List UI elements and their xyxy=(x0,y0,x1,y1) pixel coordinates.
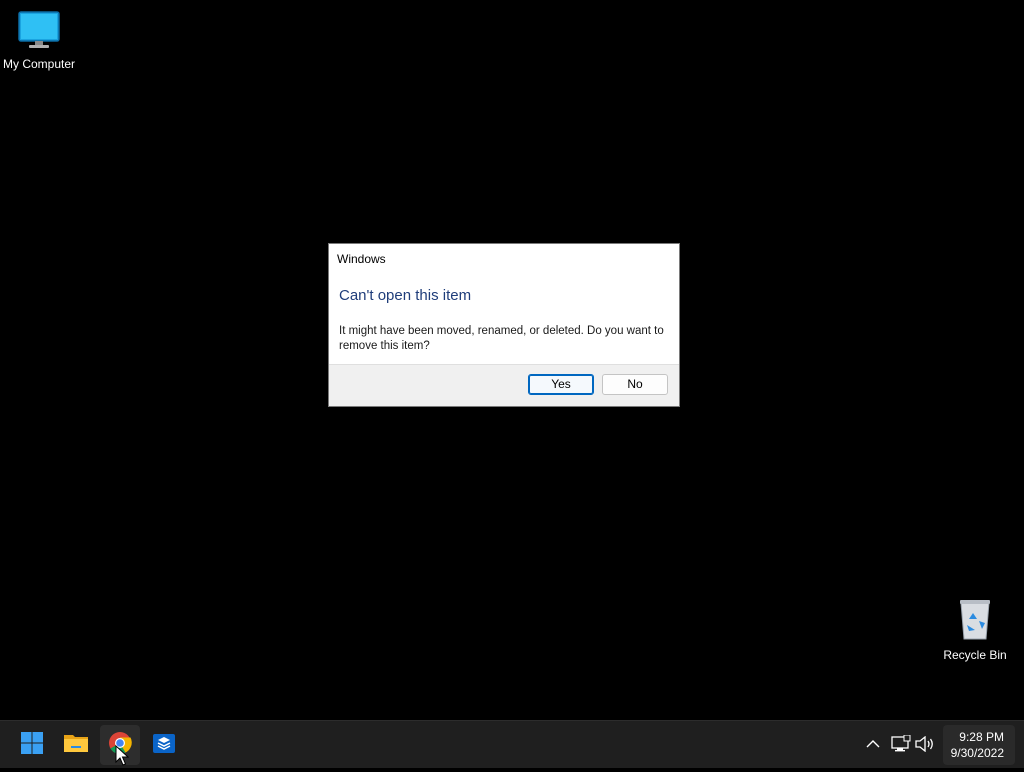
start-button[interactable] xyxy=(12,725,52,765)
chevron-up-icon[interactable] xyxy=(862,733,884,755)
desktop: My Computer Recycle Bin Windows Can't op… xyxy=(0,0,1024,720)
desktop-icon-label: My Computer xyxy=(2,57,76,71)
network-icon[interactable] xyxy=(890,733,912,755)
clock-time: 9:28 PM xyxy=(959,730,1004,744)
windows-start-icon xyxy=(20,731,44,760)
dialog-heading: Can't open this item xyxy=(339,287,472,304)
recycle-bin-icon xyxy=(935,597,1015,644)
clock-date: 9/30/2022 xyxy=(950,746,1004,760)
yes-button[interactable]: Yes xyxy=(528,374,594,395)
no-button[interactable]: No xyxy=(602,374,668,395)
desktop-icon-label: Recycle Bin xyxy=(943,648,1007,662)
desktop-icon-recycle-bin[interactable]: Recycle Bin xyxy=(935,597,1015,662)
store-icon xyxy=(152,731,176,760)
chrome-icon xyxy=(108,731,132,760)
taskbar-file-explorer[interactable] xyxy=(56,725,96,765)
desktop-icon-my-computer[interactable]: My Computer xyxy=(0,10,79,71)
file-explorer-icon xyxy=(63,732,89,759)
error-dialog: Windows Can't open this item It might ha… xyxy=(328,243,680,407)
monitor-icon xyxy=(0,10,79,53)
taskbar-store[interactable] xyxy=(144,725,184,765)
dialog-title: Windows xyxy=(337,252,386,266)
system-clock[interactable]: 9:28 PM 9/30/2022 xyxy=(943,725,1015,765)
volume-icon[interactable] xyxy=(914,733,936,755)
dialog-message: It might have been moved, renamed, or de… xyxy=(339,325,664,352)
taskbar: 9:28 PM 9/30/2022 xyxy=(0,720,1024,768)
dialog-footer: Yes No xyxy=(329,364,679,406)
taskbar-chrome[interactable] xyxy=(100,725,140,765)
